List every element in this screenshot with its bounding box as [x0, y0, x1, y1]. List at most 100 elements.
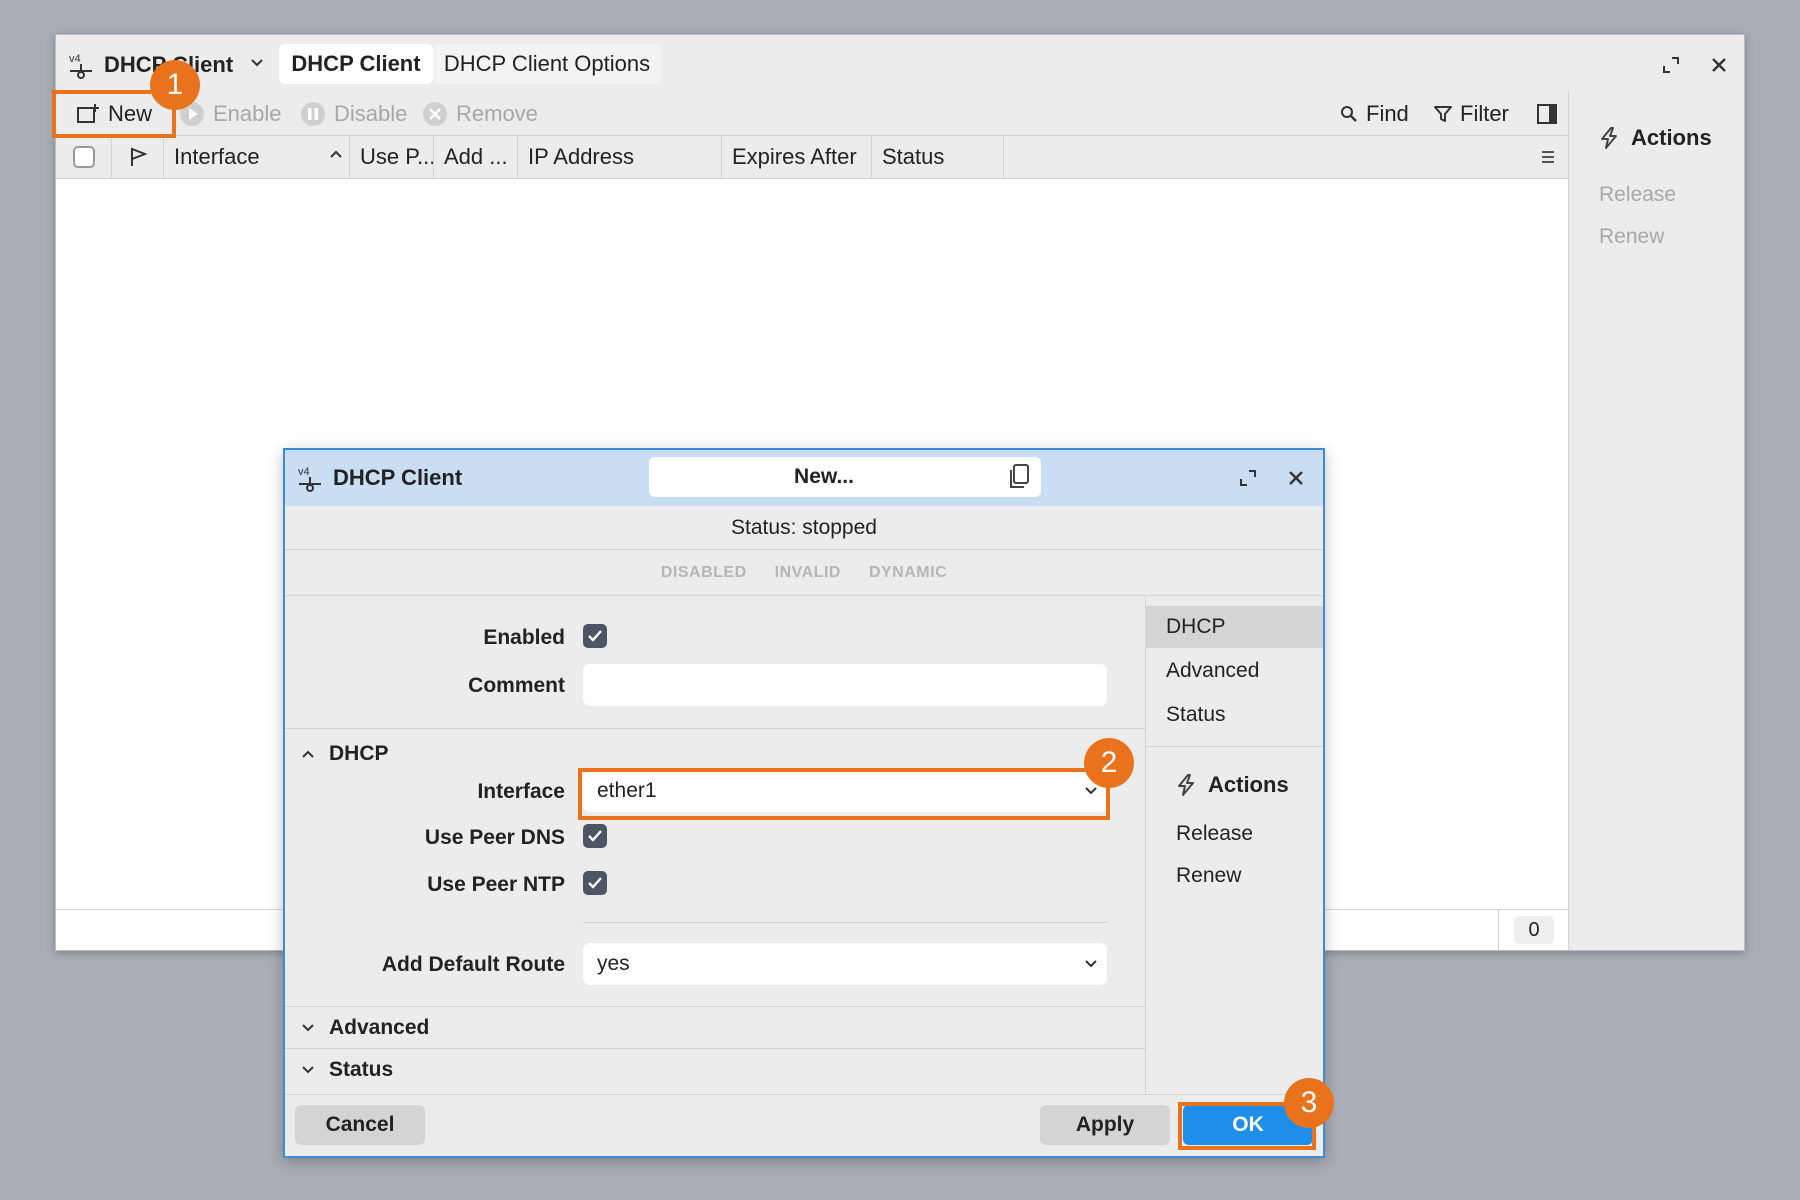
- close-icon: [1289, 471, 1303, 485]
- flag-column-header[interactable]: [112, 136, 164, 178]
- find-button-label: Find: [1366, 101, 1409, 126]
- nav-separator: [1146, 746, 1323, 747]
- dialog-footer: Cancel Apply OK: [285, 1094, 1323, 1156]
- remove-button[interactable]: Remove: [422, 95, 538, 133]
- section-divider: [285, 1048, 1145, 1049]
- chevron-down-icon: [251, 59, 263, 67]
- section-status-label: Status: [329, 1058, 394, 1081]
- cancel-button[interactable]: Cancel: [295, 1105, 425, 1145]
- chevron-up-icon: [299, 749, 317, 759]
- add-default-route-label: Add Default Route: [381, 953, 565, 976]
- filter-button-label: Filter: [1460, 101, 1509, 126]
- search-icon: [1340, 105, 1358, 123]
- disable-button[interactable]: Disable: [300, 95, 407, 133]
- column-header-status[interactable]: Status: [872, 136, 1004, 178]
- find-button[interactable]: Find: [1340, 95, 1409, 133]
- column-label-interface: Interface: [174, 144, 260, 169]
- comment-label: Comment: [468, 674, 565, 697]
- action-release[interactable]: Release: [1599, 183, 1676, 207]
- expand-icon: [1663, 57, 1679, 73]
- dialog-action-release[interactable]: Release: [1176, 822, 1253, 846]
- column-header-expires-after[interactable]: Expires After: [722, 136, 872, 178]
- column-header-use-peer[interactable]: Use P...: [350, 136, 434, 178]
- use-peer-dns-checkbox[interactable]: [583, 824, 607, 848]
- checkmark-icon: [588, 630, 602, 642]
- column-header-ip-address[interactable]: IP Address: [518, 136, 722, 178]
- copy-icon[interactable]: [1007, 463, 1031, 491]
- sidebar-panel-icon: [1536, 103, 1558, 125]
- dialog-titlebar: v4 DHCP Client New...: [285, 450, 1323, 506]
- use-peer-ntp-checkbox[interactable]: [583, 871, 607, 895]
- flag-icon: [130, 147, 147, 166]
- actions-panel-title: Actions: [1631, 125, 1712, 150]
- enable-button-label: Enable: [213, 101, 282, 126]
- select-all-checkbox[interactable]: [72, 146, 95, 168]
- enabled-checkbox[interactable]: [583, 624, 607, 648]
- use-peer-dns-label: Use Peer DNS: [424, 826, 565, 849]
- enabled-label: Enabled: [483, 626, 565, 649]
- apply-button[interactable]: Apply: [1040, 1105, 1170, 1145]
- remove-icon: [422, 101, 448, 127]
- main-toolbar: New Enable Disable Remove Find Filter: [56, 91, 1568, 135]
- section-divider: [285, 728, 1145, 729]
- section-status-header[interactable]: Status: [299, 1050, 393, 1090]
- actions-panel: Actions Release Renew: [1568, 91, 1744, 950]
- title-dropdown-button[interactable]: [240, 44, 274, 82]
- section-dhcp-label: DHCP: [329, 742, 389, 765]
- expand-icon: [1240, 470, 1256, 486]
- nav-item-dhcp[interactable]: DHCP: [1146, 606, 1323, 648]
- close-window-button[interactable]: [1704, 50, 1734, 80]
- column-header-interface[interactable]: Interface: [164, 136, 350, 178]
- nav-item-status[interactable]: Status: [1146, 694, 1323, 736]
- step-3-badge: 3: [1284, 1078, 1334, 1128]
- add-default-route-select[interactable]: yes: [583, 943, 1107, 985]
- comment-input[interactable]: [583, 664, 1107, 706]
- section-dhcp-header[interactable]: DHCP: [299, 738, 389, 770]
- actions-panel-header: Actions: [1597, 125, 1712, 151]
- column-header-add-route[interactable]: Add ...: [434, 136, 518, 178]
- chevron-down-icon: [1085, 943, 1097, 985]
- main-titlebar: v4 DHCP Client DHCP Client DHCP Client O…: [56, 35, 1744, 91]
- chevron-down-icon: [299, 1065, 317, 1075]
- toggle-panel-button[interactable]: [1536, 95, 1558, 133]
- tab-dhcp-client[interactable]: DHCP Client: [279, 44, 433, 84]
- pause-icon: [300, 101, 326, 127]
- network-ipv4-icon: v4: [295, 463, 325, 493]
- interface-label: Interface: [477, 780, 565, 803]
- remove-button-label: Remove: [456, 101, 538, 126]
- add-default-route-value: yes: [597, 952, 630, 975]
- svg-text:v4: v4: [298, 466, 310, 478]
- dialog-form: Enabled Comment DHCP Interface ether1 Us…: [285, 596, 1145, 1094]
- tab-dhcp-client-options[interactable]: DHCP Client Options: [433, 44, 661, 84]
- dialog-maximize-button[interactable]: [1233, 463, 1263, 493]
- use-peer-ntp-label: Use Peer NTP: [427, 873, 565, 896]
- select-all-column: [56, 136, 112, 178]
- dialog-flags: DISABLED INVALID DYNAMIC: [285, 550, 1323, 596]
- dialog-action-renew[interactable]: Renew: [1176, 864, 1241, 888]
- dialog-name-field[interactable]: New...: [649, 457, 1041, 497]
- section-advanced-header[interactable]: Advanced: [299, 1008, 429, 1048]
- row-count-badge: 0: [1514, 916, 1554, 944]
- dialog-title: DHCP Client: [333, 465, 463, 490]
- section-advanced-label: Advanced: [329, 1016, 430, 1039]
- section-divider: [285, 1006, 1145, 1007]
- action-renew[interactable]: Renew: [1599, 225, 1664, 249]
- close-icon: [1712, 58, 1726, 72]
- dialog-title-group: v4 DHCP Client: [295, 460, 462, 496]
- flag-dynamic: DYNAMIC: [868, 563, 948, 581]
- dialog-status: Status: stopped: [285, 506, 1323, 550]
- chevron-down-icon: [299, 1023, 317, 1033]
- field-separator: [583, 922, 1107, 923]
- filter-icon: [1434, 105, 1452, 123]
- checkmark-icon: [588, 830, 602, 842]
- dialog-actions-title: Actions: [1208, 772, 1289, 797]
- disable-button-label: Disable: [334, 101, 408, 126]
- dialog-close-button[interactable]: [1281, 463, 1311, 493]
- column-menu-icon[interactable]: [1540, 149, 1556, 165]
- filter-button[interactable]: Filter: [1434, 95, 1509, 133]
- table-header: Interface Use P... Add ... IP Address Ex…: [56, 135, 1568, 179]
- maximize-button[interactable]: [1656, 50, 1686, 80]
- footer-separator: [1498, 910, 1499, 950]
- nav-item-advanced[interactable]: Advanced: [1146, 650, 1323, 692]
- dialog-actions-header: Actions: [1174, 772, 1289, 798]
